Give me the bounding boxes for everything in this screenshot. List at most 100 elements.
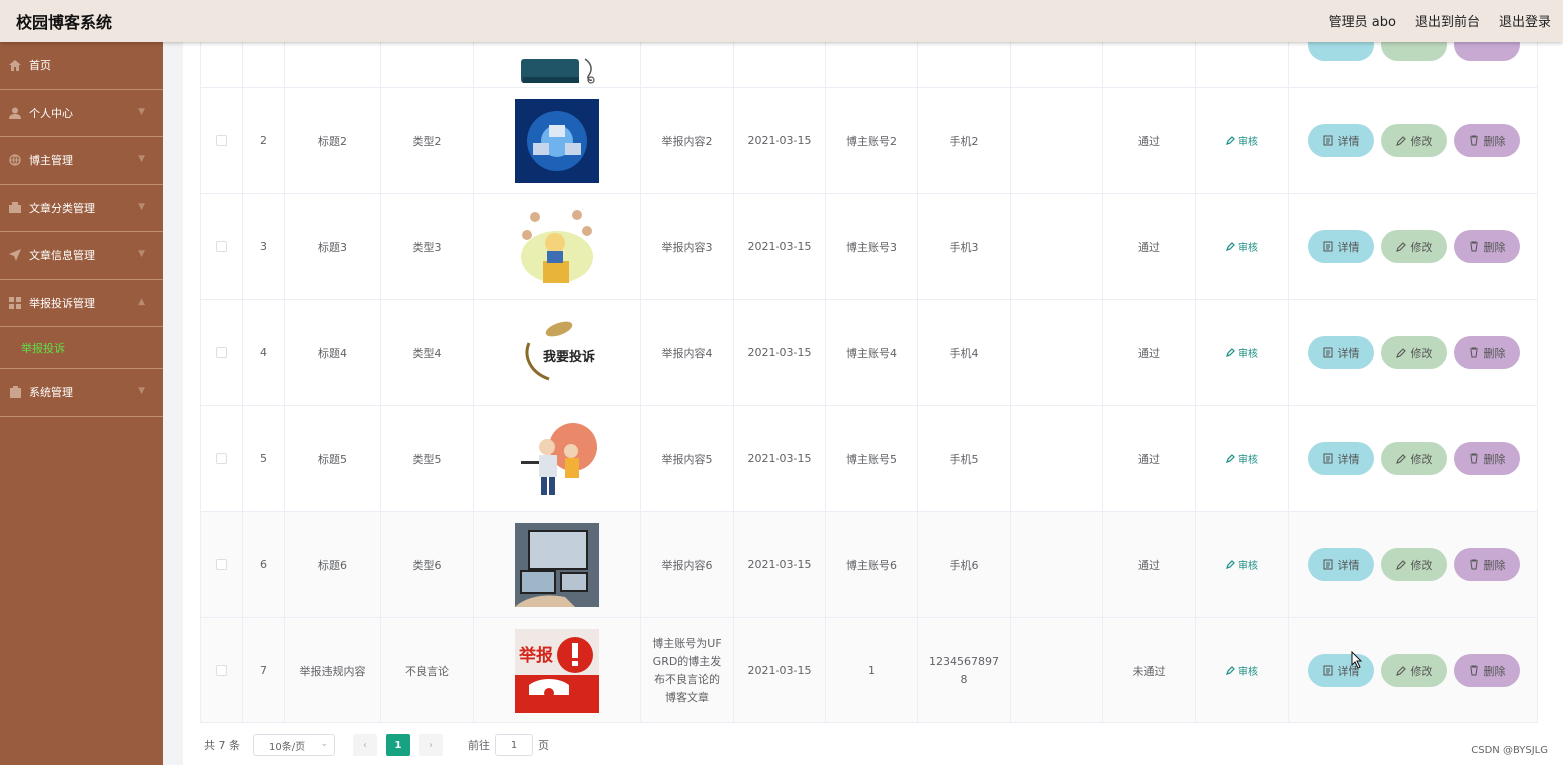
review-link[interactable]: 审核 [1226, 451, 1258, 466]
sidebar-item-profile[interactable]: 个人中心 ▼ [0, 90, 163, 137]
send-icon [8, 249, 22, 262]
edit-button[interactable]: 修改 [1381, 124, 1447, 157]
detail-button[interactable]: 详情 [1308, 336, 1374, 369]
sidebar-item-category[interactable]: 文章分类管理 ▼ [0, 185, 163, 232]
delete-button[interactable]: 删除 [1454, 230, 1520, 263]
row-checkbox[interactable] [216, 559, 227, 570]
next-page-button[interactable]: › [419, 734, 443, 756]
report-table: 2 标题2 类型2 举报内容2 2021-03-15 博主账号2 手机2 通过 审核 详情 修改 删除… [200, 42, 1538, 723]
detail-button[interactable]: 详情 [1308, 442, 1374, 475]
delete-button[interactable]: 删除 [1454, 124, 1520, 157]
status-cell: 通过 [1138, 134, 1160, 148]
image-sign-text: 我要投诉 [543, 349, 595, 365]
sidebar-item-home[interactable]: 首页 [0, 42, 163, 90]
edit-button[interactable]: 修改 [1381, 654, 1447, 687]
account-cell: 1 [868, 664, 875, 677]
delete-button[interactable] [1454, 42, 1520, 61]
report-image [515, 98, 599, 183]
chevron-down-icon: ▼ [138, 249, 145, 259]
chevron-down-icon: ▼ [138, 201, 145, 212]
chevron-down-icon: ▼ [138, 154, 145, 164]
document-icon [1323, 559, 1332, 570]
row-checkbox[interactable] [216, 665, 227, 676]
content-cell: 举报内容6 [661, 558, 713, 572]
row-checkbox[interactable] [216, 347, 227, 358]
delete-button[interactable]: 删除 [1454, 442, 1520, 475]
review-link[interactable]: 审核 [1226, 133, 1258, 148]
report-image [515, 204, 599, 289]
content-cell: 举报内容2 [661, 134, 713, 148]
detail-button[interactable]: 详情 [1308, 124, 1374, 157]
settings-icon [8, 386, 22, 399]
logout-link[interactable]: 退出登录 [1499, 11, 1551, 30]
sidebar-item-label: 系统管理 [29, 386, 73, 400]
title-cell: 标题6 [318, 558, 347, 572]
index-cell: 5 [260, 452, 267, 465]
review-link[interactable]: 审核 [1226, 345, 1258, 360]
review-link[interactable]: 审核 [1226, 557, 1258, 572]
pencil-icon [1395, 453, 1406, 464]
status-cell: 通过 [1138, 452, 1160, 466]
review-link[interactable]: 审核 [1226, 239, 1258, 254]
goto-suffix: 页 [538, 739, 549, 752]
account-cell: 博主账号5 [846, 452, 897, 466]
page-size-select[interactable]: 10条/页 ⌄ [253, 734, 335, 756]
edit-button[interactable]: 修改 [1381, 548, 1447, 581]
table-row: 6 标题6 类型6 举报内容6 2021-03-15 博主账号6 手机6 通过 审核 详情 修改 删除 [201, 512, 1537, 618]
delete-button[interactable]: 删除 [1454, 336, 1520, 369]
pencil-icon [1226, 136, 1235, 145]
user-icon [8, 107, 22, 119]
detail-button[interactable] [1308, 42, 1374, 61]
row-checkbox[interactable] [216, 135, 227, 146]
status-cell: 通过 [1138, 558, 1160, 572]
edit-button[interactable]: 修改 [1381, 336, 1447, 369]
row-checkbox[interactable] [216, 453, 227, 464]
phone-cell: 手机3 [949, 240, 979, 254]
pencil-icon [1226, 560, 1235, 569]
delete-button[interactable]: 删除 [1454, 548, 1520, 581]
document-icon [1323, 665, 1332, 676]
chevron-right-icon: › [429, 739, 433, 751]
chevron-up-icon: ▲ [138, 296, 145, 307]
sidebar-item-blogger[interactable]: 博主管理 ▼ [0, 137, 163, 185]
pencil-icon [1226, 666, 1235, 675]
image-sign-text: 举报 [518, 645, 553, 666]
edit-button[interactable]: 修改 [1381, 230, 1447, 263]
sidebar-subitem-label: 举报投诉 [21, 341, 65, 355]
review-link[interactable]: 审核 [1226, 663, 1258, 678]
content-line: 博主账号为UF [652, 636, 722, 650]
sidebar-item-report[interactable]: 举报投诉管理 ▲ [0, 280, 163, 327]
delete-button[interactable]: 删除 [1454, 654, 1520, 687]
sidebar-item-system[interactable]: 系统管理 ▼ [0, 369, 163, 417]
trash-icon [1469, 559, 1478, 570]
status-cell: 未通过 [1132, 664, 1166, 678]
sidebar-item-article[interactable]: 文章信息管理 ▼ [0, 232, 163, 280]
edit-button[interactable]: 修改 [1381, 442, 1447, 475]
detail-button[interactable]: 详情 [1308, 654, 1374, 687]
page-number-current[interactable]: 1 [386, 734, 410, 756]
sidebar-item-label: 首页 [29, 59, 51, 73]
date-cell: 2021-03-15 [747, 558, 812, 571]
account-cell: 博主账号6 [846, 558, 897, 572]
phone-line: 1234567897 [929, 654, 999, 668]
pencil-icon [1226, 348, 1235, 357]
report-image: 举报 [515, 628, 599, 713]
title-cell: 标题4 [318, 346, 347, 360]
row-checkbox[interactable] [216, 241, 227, 252]
detail-button[interactable]: 详情 [1308, 548, 1374, 581]
edit-button[interactable] [1381, 42, 1447, 61]
prev-page-button[interactable]: ‹ [353, 734, 377, 756]
sidebar-subitem-report-complaint[interactable]: 举报投诉 [0, 327, 163, 369]
report-image [515, 522, 599, 607]
table-row [201, 42, 1537, 88]
goto-page-input[interactable]: 1 [495, 734, 533, 756]
date-cell: 2021-03-15 [747, 346, 812, 359]
detail-button[interactable]: 详情 [1308, 230, 1374, 263]
type-cell: 不良言论 [405, 664, 449, 678]
content-line: GRD的博主发 [652, 654, 722, 668]
document-icon [1323, 453, 1332, 464]
go-front-link[interactable]: 退出到前台 [1415, 11, 1480, 30]
pencil-icon [1395, 559, 1406, 570]
pencil-icon [1395, 347, 1406, 358]
mouse-cursor-icon [1351, 651, 1363, 669]
